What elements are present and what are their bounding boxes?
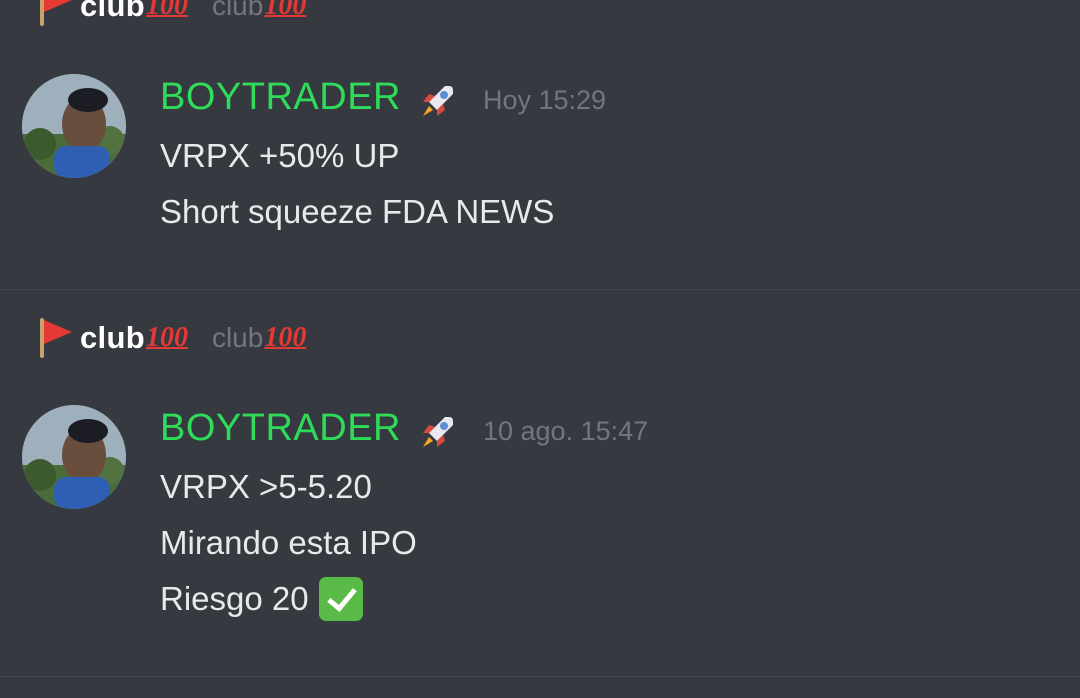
message-body: BOYTRADER Hoy 15:29 VRPX +50% UP Short s… bbox=[160, 76, 606, 240]
avatar[interactable] bbox=[22, 74, 126, 178]
message-body: BOYTRADER 10 ago. 15:47 VRPX >5-5.20 Mir… bbox=[160, 407, 648, 627]
server-subname: club bbox=[211, 0, 264, 21]
red-flag-icon bbox=[36, 316, 74, 360]
check-mark-icon bbox=[318, 577, 363, 621]
rocket-icon bbox=[422, 417, 453, 447]
chat-view: club 100 club 100 BOYTRADER Hoy 15:29 VR… bbox=[0, 0, 1080, 698]
red-flag-icon bbox=[36, 0, 74, 28]
message-divider bbox=[0, 289, 1080, 290]
hundred-icon: 100 bbox=[264, 0, 307, 21]
server-name: club bbox=[80, 320, 145, 355]
message-line: VRPX >5-5.20 bbox=[160, 468, 372, 505]
message-divider bbox=[0, 676, 1080, 677]
message-line: Short squeeze FDA NEWS bbox=[160, 193, 555, 230]
message-header: BOYTRADER 10 ago. 15:47 bbox=[160, 407, 648, 459]
message-header: BOYTRADER Hoy 15:29 bbox=[160, 76, 606, 128]
timestamp: 10 ago. 15:47 bbox=[482, 416, 649, 446]
username[interactable]: BOYTRADER bbox=[160, 407, 401, 450]
username[interactable]: BOYTRADER bbox=[160, 76, 401, 119]
timestamp: Hoy 15:29 bbox=[482, 85, 607, 115]
hundred-icon: 100 bbox=[145, 322, 188, 353]
server-subname: club bbox=[211, 322, 264, 353]
server-header-top: club 100 club 100 bbox=[36, 0, 306, 30]
hundred-icon: 100 bbox=[145, 0, 188, 21]
message-line: VRPX +50% UP bbox=[160, 137, 400, 174]
avatar[interactable] bbox=[22, 405, 126, 509]
hundred-icon: 100 bbox=[264, 322, 307, 353]
message-line-text: Riesgo 20 bbox=[160, 580, 309, 617]
message-line-with-check: Riesgo 20 bbox=[160, 571, 648, 627]
server-header: club 100 club 100 bbox=[36, 314, 306, 362]
rocket-icon bbox=[422, 86, 453, 116]
message-line: Mirando esta IPO bbox=[160, 524, 417, 561]
server-name: club bbox=[80, 0, 145, 23]
